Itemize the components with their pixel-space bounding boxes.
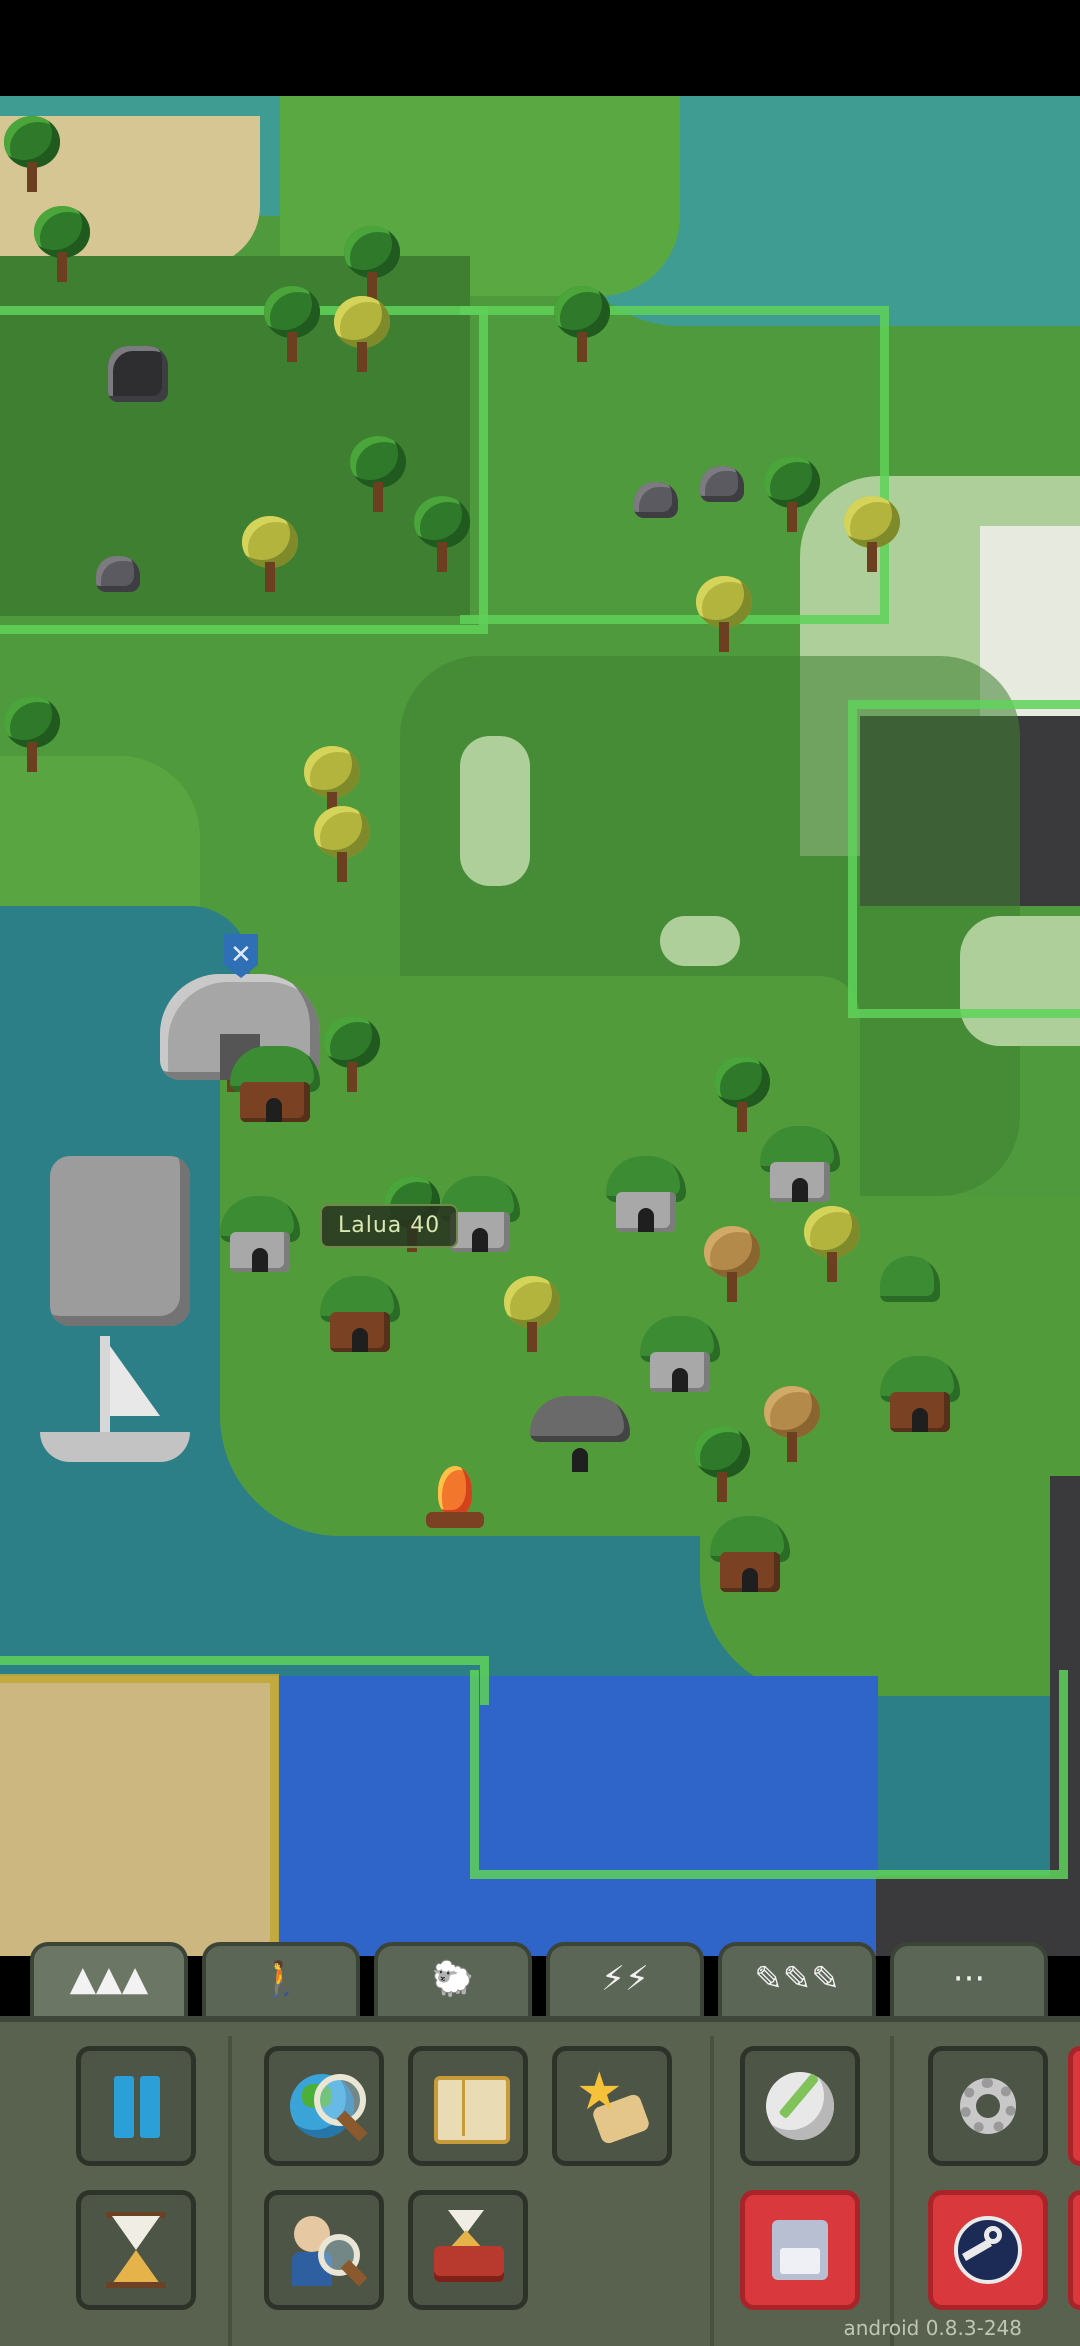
pencil-ball-icon: [760, 2066, 840, 2146]
tab-animals[interactable]: 🐑: [374, 1942, 532, 2016]
village-hut[interactable]: [606, 1156, 686, 1236]
tree[interactable]: [330, 296, 394, 376]
separator: [710, 2036, 714, 2346]
sheep-icon: 🐑: [431, 1959, 475, 1999]
globe-magnifier-icon: [284, 2066, 368, 2146]
tree[interactable]: [500, 1276, 564, 1356]
tab-creatures[interactable]: 🚶: [202, 1942, 360, 2016]
mountains-icon: ▲▲▲: [69, 1959, 149, 1999]
tree[interactable]: [692, 576, 756, 656]
toolbar-tabs: ▲▲▲ 🚶 🐑 ⚡⚡ ✎✎✎ ···: [0, 1942, 1080, 2016]
tree[interactable]: [0, 116, 64, 196]
tree[interactable]: [238, 516, 302, 596]
history-button[interactable]: [408, 2190, 528, 2310]
tree[interactable]: [710, 1056, 774, 1136]
village-hut[interactable]: [880, 1256, 940, 1316]
kingdom-border: [0, 1674, 279, 1956]
village-hut[interactable]: [320, 1276, 400, 1356]
tree[interactable]: [550, 286, 614, 366]
achievements-button[interactable]: ★: [552, 2046, 672, 2166]
tab-more[interactable]: ···: [890, 1942, 1048, 2016]
pause-button[interactable]: [76, 2046, 196, 2166]
pencils-icon: ✎✎✎: [754, 1959, 840, 1999]
version-label: android 0.8.3-248: [843, 2316, 1022, 2340]
village-hut[interactable]: [220, 1196, 300, 1276]
gear-icon: [948, 2066, 1028, 2146]
status-bar: [0, 0, 1080, 96]
bonfire[interactable]: [420, 1466, 490, 1536]
more-button[interactable]: [1068, 2046, 1080, 2166]
steam-button[interactable]: [928, 2190, 1048, 2310]
tree[interactable]: [346, 436, 410, 516]
kingdom-border: [848, 700, 1080, 1018]
world-info-button[interactable]: [264, 2046, 384, 2166]
tree[interactable]: [320, 1016, 384, 1096]
rock[interactable]: [96, 556, 140, 592]
settings-button[interactable]: [928, 2046, 1048, 2166]
village-hut[interactable]: [710, 1516, 790, 1596]
separator: [228, 2036, 232, 2346]
pause-icon: [96, 2066, 176, 2146]
hourglass-icon: [96, 2210, 176, 2290]
inspect-unit-button[interactable]: [264, 2190, 384, 2310]
floppy-disk-icon: [760, 2210, 840, 2290]
map-editor-button[interactable]: [740, 2046, 860, 2166]
world-speed-button[interactable]: [76, 2190, 196, 2310]
hourglass-book-icon: [428, 2210, 508, 2290]
tree[interactable]: [700, 1226, 764, 1306]
tab-terrain[interactable]: ▲▲▲: [30, 1942, 188, 2016]
tree[interactable]: [760, 1386, 824, 1466]
village-hut[interactable]: [530, 1396, 630, 1476]
village-hut[interactable]: [760, 1126, 840, 1206]
tab-powers[interactable]: ⚡⚡: [546, 1942, 704, 2016]
more-button[interactable]: [1068, 2190, 1080, 2310]
kingdom-border: [470, 1670, 1068, 1879]
tree[interactable]: [760, 456, 824, 536]
tree[interactable]: [260, 286, 324, 366]
world-map[interactable]: ✕ Lalua 40: [0, 96, 1080, 1956]
village-hut[interactable]: [640, 1316, 720, 1396]
kingdom-border: [460, 306, 889, 624]
village-name-label[interactable]: Lalua 40: [320, 1204, 459, 1248]
separator: [890, 2036, 894, 2346]
village-hut[interactable]: [880, 1356, 960, 1436]
tree[interactable]: [30, 206, 94, 286]
tree[interactable]: [310, 806, 374, 886]
lightning-icon: ⚡⚡: [601, 1959, 649, 1999]
bottom-toolbar: ★ android 0.8.3-248: [0, 2016, 1080, 2346]
rock[interactable]: [634, 482, 678, 518]
steam-icon: [948, 2210, 1028, 2290]
tree[interactable]: [840, 496, 904, 576]
more-icon: ···: [952, 1959, 986, 1999]
world-laws-button[interactable]: [408, 2046, 528, 2166]
rock[interactable]: [108, 346, 168, 402]
tree[interactable]: [800, 1206, 864, 1286]
hill-region: [660, 916, 740, 966]
docks[interactable]: [50, 1156, 190, 1326]
tree[interactable]: [0, 696, 64, 776]
person-icon: 🚶: [259, 1959, 303, 1999]
tree[interactable]: [690, 1426, 754, 1506]
star-scroll-icon: ★: [572, 2066, 652, 2146]
person-magnifier-icon: [284, 2210, 368, 2290]
ship[interactable]: [40, 1336, 190, 1466]
rock[interactable]: [700, 466, 744, 502]
save-button[interactable]: [740, 2190, 860, 2310]
hill-region: [460, 736, 530, 886]
tab-drawing[interactable]: ✎✎✎: [718, 1942, 876, 2016]
open-book-icon: [428, 2066, 510, 2146]
tree[interactable]: [340, 226, 404, 306]
village-hut[interactable]: [230, 1046, 320, 1136]
tree[interactable]: [410, 496, 474, 576]
